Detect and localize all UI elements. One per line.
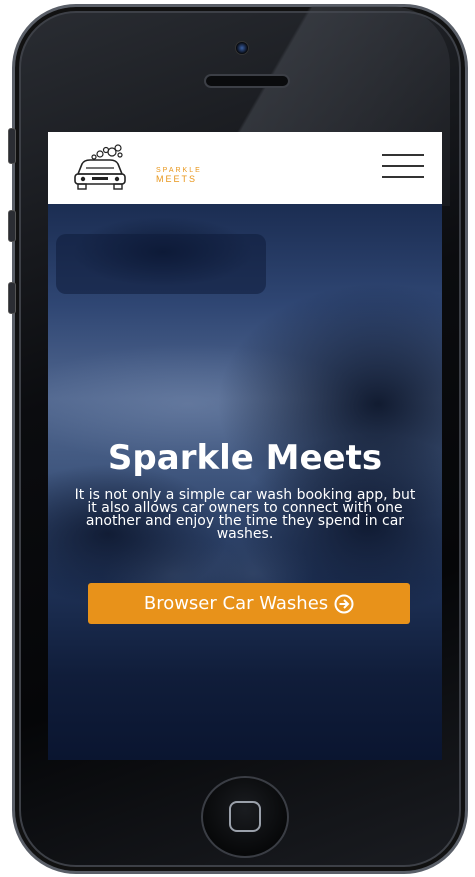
top-navbar: SPARKLE MEETS bbox=[48, 132, 442, 204]
volume-down-button bbox=[8, 282, 16, 314]
stage: SPARKLE MEETS Sparkle Meets It is not on… bbox=[0, 0, 475, 877]
home-square-icon bbox=[229, 801, 261, 832]
hero-section: Sparkle Meets It is not only a simple ca… bbox=[48, 204, 442, 760]
earpiece-speaker bbox=[204, 74, 290, 88]
phone-screen: SPARKLE MEETS Sparkle Meets It is not on… bbox=[48, 132, 442, 760]
hamburger-menu-icon[interactable] bbox=[382, 154, 424, 180]
hero-background-image bbox=[56, 234, 266, 294]
hero-title: Sparkle Meets bbox=[107, 438, 383, 478]
browse-car-washes-button[interactable]: Browser Car Washes bbox=[88, 583, 410, 624]
cta-label: Browser Car Washes bbox=[143, 593, 329, 614]
hero-description: It is not only a simple car wash booking… bbox=[74, 487, 416, 542]
brand-logo[interactable]: SPARKLE MEETS bbox=[72, 144, 202, 194]
mute-switch bbox=[8, 128, 16, 164]
front-camera bbox=[235, 41, 249, 55]
volume-up-button bbox=[8, 210, 16, 242]
arrow-right-circle-icon bbox=[334, 594, 354, 613]
brand-name: SPARKLE MEETS bbox=[156, 167, 202, 184]
brand-line-2: MEETS bbox=[156, 174, 198, 184]
car-wash-logo-icon bbox=[74, 144, 126, 190]
